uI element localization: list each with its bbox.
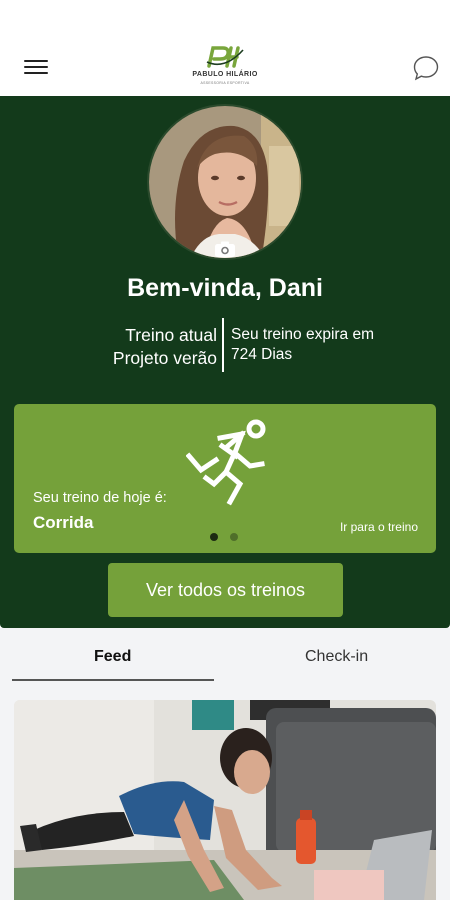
expiry-value: 724 Dias	[231, 346, 293, 363]
go-to-workout-link[interactable]: Ir para o treino	[340, 520, 418, 534]
current-workout-value: Projeto verão	[112, 348, 217, 368]
expiry-label: Seu treino expira em	[231, 326, 375, 343]
logo-brand-text: PABULO HILÁRIO	[192, 71, 258, 78]
welcome-title: Bem-vinda, Dani	[127, 274, 323, 302]
today-workout-name: Corrida	[33, 513, 94, 532]
brand-logo: PABULO HILÁRIO ASSESSORIA ESPORTIVA	[175, 44, 275, 92]
today-workout-question: Seu treino de hoje é:	[33, 490, 167, 506]
hamburger-menu-icon[interactable]	[24, 60, 48, 78]
current-workout-info: Treino atual Projeto verão	[113, 324, 217, 370]
running-person-icon	[186, 419, 266, 506]
tab-check-in[interactable]: Check-in	[305, 648, 368, 666]
avatar-photo	[149, 106, 301, 258]
chat-bubble-icon[interactable]	[412, 54, 440, 82]
app-header: PABULO HILÁRIO ASSESSORIA ESPORTIVA	[0, 0, 450, 96]
tab-feed[interactable]: Feed	[94, 648, 131, 666]
avatar[interactable]	[147, 104, 303, 260]
logo-mark-icon	[206, 46, 244, 68]
feed-post-card[interactable]	[14, 700, 436, 900]
tab-bar: Feed Check-in	[0, 628, 450, 686]
carousel-dot-2[interactable]	[230, 533, 238, 541]
current-workout-label: Treino atual	[125, 325, 217, 345]
carousel-dots	[210, 528, 250, 546]
view-all-workouts-button[interactable]: Ver todos os treinos	[108, 563, 343, 617]
feed-post-image	[14, 700, 436, 900]
camera-icon[interactable]	[214, 240, 236, 258]
today-workout-card[interactable]: Seu treino de hoje é: Corrida Ir para o …	[14, 404, 436, 553]
profile-hero: Bem-vinda, Dani Treino atual Projeto ver…	[0, 96, 450, 628]
feed-list	[0, 686, 450, 900]
carousel-dot-1[interactable]	[210, 533, 218, 541]
logo-tagline: ASSESSORIA ESPORTIVA	[200, 81, 250, 85]
info-divider	[222, 318, 224, 372]
active-tab-indicator	[12, 679, 214, 681]
expiry-info: Seu treino expira em 724 Dias	[231, 325, 374, 365]
